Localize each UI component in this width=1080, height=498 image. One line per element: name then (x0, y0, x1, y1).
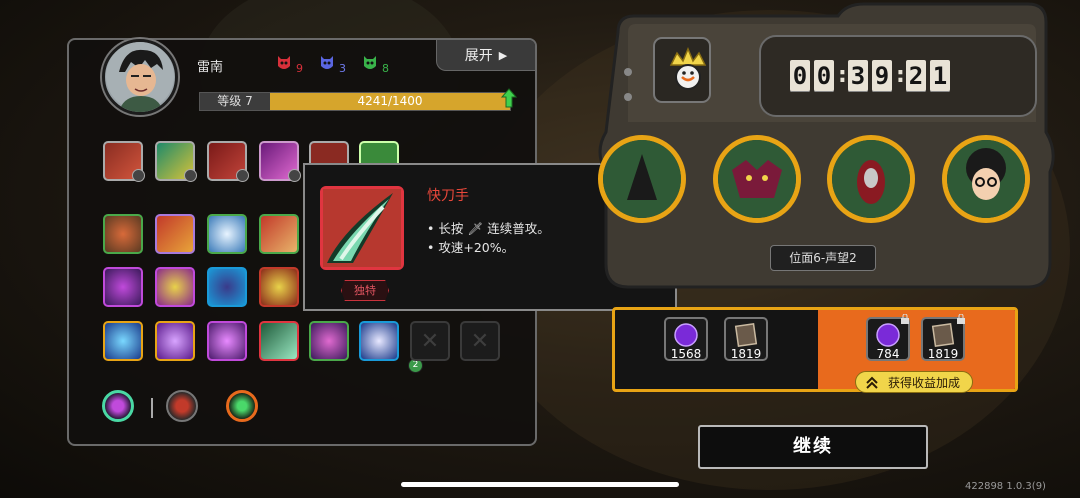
desc-suffix: 连续普攻。 (487, 221, 550, 236)
slot-badge (236, 169, 249, 182)
skill-slot[interactable] (207, 214, 247, 254)
slot-badge (132, 169, 145, 182)
skill-slot[interactable] (103, 321, 143, 361)
red-mask-icon (278, 56, 290, 69)
timer-digit: 3 (848, 60, 868, 92)
skill-slot[interactable] (155, 267, 195, 307)
skill-title: 快刀手 (427, 188, 469, 204)
bonus-reward-button[interactable]: 获得收益加成 (855, 371, 973, 393)
skill-slot[interactable] (207, 267, 247, 307)
purple-orb-count: 1568 (670, 347, 702, 361)
timer-digit: 0 (790, 60, 810, 92)
timer-digit: 0 (814, 60, 834, 92)
blue-mask-count: 3 (339, 62, 346, 75)
run-timer: 0 0 : 3 9 : 2 1 (790, 60, 950, 92)
x-icon: ✕ (420, 328, 440, 354)
quick-blade-slot[interactable] (259, 321, 299, 361)
swirl-ability-icon[interactable] (102, 390, 134, 422)
bonus-label-text: 获得收益加成 (888, 376, 961, 390)
skill-slot[interactable] (103, 267, 143, 307)
skill-slot[interactable] (309, 321, 349, 361)
claw-ability-icon[interactable] (166, 390, 198, 422)
boss-portrait-4[interactable] (942, 135, 1030, 223)
level-xp-text: 4241/1400 (357, 94, 423, 108)
green-mask-count: 8 (382, 62, 389, 75)
level-label: 等级 7 (200, 93, 270, 110)
x-icon: ✕ (470, 328, 490, 354)
skill-desc-line-2: • 攻速+20%。 (427, 240, 515, 255)
skill-slot[interactable] (155, 141, 197, 182)
level-up-arrow-icon[interactable] (501, 88, 517, 108)
stage-label: 位面6-声望2 (770, 245, 876, 271)
version-label: 422898 1.0.3(9) (965, 481, 1046, 492)
diamond-ability-icon[interactable] (226, 390, 258, 422)
boss-portrait-1[interactable] (598, 135, 686, 223)
skill-slot[interactable] (207, 321, 247, 361)
sword-icon: 🗡 (467, 221, 484, 236)
blue-mask-icon (321, 56, 333, 69)
skill-slot[interactable] (155, 321, 195, 361)
separator (151, 398, 153, 418)
slot-badge (184, 169, 197, 182)
scroll-count: 1819 (730, 347, 762, 361)
skill-slot[interactable] (259, 214, 299, 254)
expand-label: 展开 (464, 48, 493, 64)
player-avatar[interactable] (102, 39, 178, 115)
boss-portrait-2[interactable] (713, 135, 801, 223)
timer-digit: 9 (872, 60, 892, 92)
skill-slot[interactable] (155, 214, 195, 254)
empty-slot[interactable]: ✕ (460, 321, 500, 361)
bonus-purple-orb-count: 784 (876, 347, 900, 361)
double-chevron-up-icon (866, 376, 878, 389)
lock-icon (957, 314, 965, 324)
skill-slot[interactable] (103, 141, 145, 182)
quick-blade-icon (320, 186, 404, 270)
skill-slot[interactable] (207, 141, 249, 182)
skill-slot[interactable] (103, 214, 143, 254)
desc-prefix: • 长按 (427, 221, 464, 236)
crown-emblem-icon (669, 47, 707, 90)
timer-digit: 1 (930, 60, 950, 92)
skill-desc-line-1: • 长按 🗡 连续普攻。 (427, 218, 550, 237)
timer-colon: : (896, 63, 905, 88)
empty-slot[interactable]: ✕ (410, 321, 450, 361)
skill-slot[interactable] (259, 141, 301, 182)
red-mask-count: 9 (296, 62, 303, 75)
skill-slot[interactable] (359, 321, 399, 361)
home-indicator[interactable] (401, 482, 679, 487)
unique-tag: 独特 (341, 280, 389, 301)
level-progress-bar: 等级 7 4241/1400 (199, 92, 511, 111)
boss-portrait-3[interactable] (827, 135, 915, 223)
play-arrow-icon: ▶ (498, 48, 508, 62)
expand-button[interactable]: 展开 ▶ (436, 40, 535, 71)
player-name: 雷南 (197, 60, 224, 75)
lock-icon (901, 314, 909, 324)
bonus-scroll-count: 1819 (927, 347, 959, 361)
green-mask-icon (364, 56, 376, 69)
timer-colon: : (838, 63, 847, 88)
timer-digit: 2 (906, 60, 926, 92)
skill-slot[interactable] (259, 267, 299, 307)
continue-button[interactable]: 继续 (698, 425, 928, 469)
slot-badge (288, 169, 301, 182)
